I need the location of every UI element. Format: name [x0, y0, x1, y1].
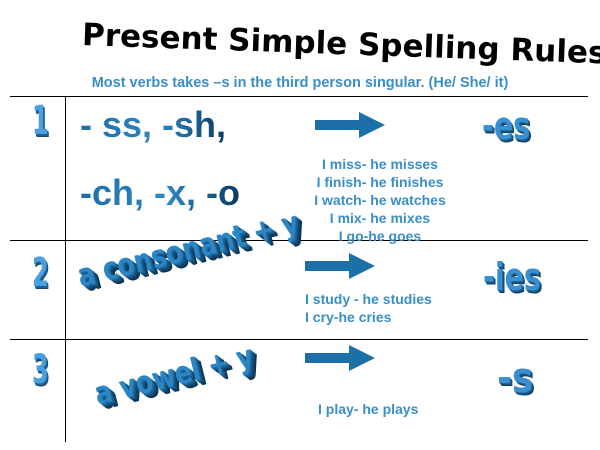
rule-2-examples: I study - he studies I cry-he cries	[305, 290, 465, 326]
arrow-icon	[305, 253, 375, 279]
example-item: I study - he studies	[305, 291, 432, 307]
rule-1-ending: -es	[482, 104, 531, 148]
rule-number-1: 1	[32, 98, 49, 144]
rule-1-pattern-line-1: - ss, -sh,	[80, 104, 227, 145]
rule-2-ending: -ies	[483, 255, 541, 299]
rule-1-examples: I miss- he misses I finish- he finishes …	[290, 155, 470, 245]
arrow-icon	[305, 345, 375, 371]
example-item: I finish- he finishes	[316, 174, 444, 190]
table-top-border	[10, 96, 588, 97]
rule-1-pattern-line-2: -ch, -x, -o	[80, 172, 240, 213]
rule-number-3: 3	[32, 347, 49, 393]
table-column-divider	[65, 96, 66, 442]
slide-subtitle: Most verbs takes –s in the third person …	[91, 75, 509, 91]
rule-number-2: 2	[32, 250, 49, 296]
example-item: I play- he plays	[318, 401, 419, 417]
slide: Present Simple Spelling Rules Most verbs…	[0, 0, 600, 450]
example-item: I miss- he misses	[322, 156, 438, 172]
row-divider-2	[10, 339, 588, 340]
rule-2-pattern: a consonant + y	[73, 204, 303, 295]
example-item: I mix- he mixes	[329, 210, 431, 226]
rule-3-ending: -s	[497, 353, 534, 402]
example-item: I cry-he cries	[305, 309, 392, 325]
example-item: I watch- he watches	[314, 192, 446, 208]
arrow-icon	[315, 112, 385, 138]
slide-title: Present Simple Spelling Rules	[81, 17, 600, 72]
example-item: I go-he goes	[338, 228, 422, 244]
rule-3-examples: I play- he plays	[318, 400, 448, 418]
rule-3-pattern: a vowel + y	[90, 337, 257, 413]
